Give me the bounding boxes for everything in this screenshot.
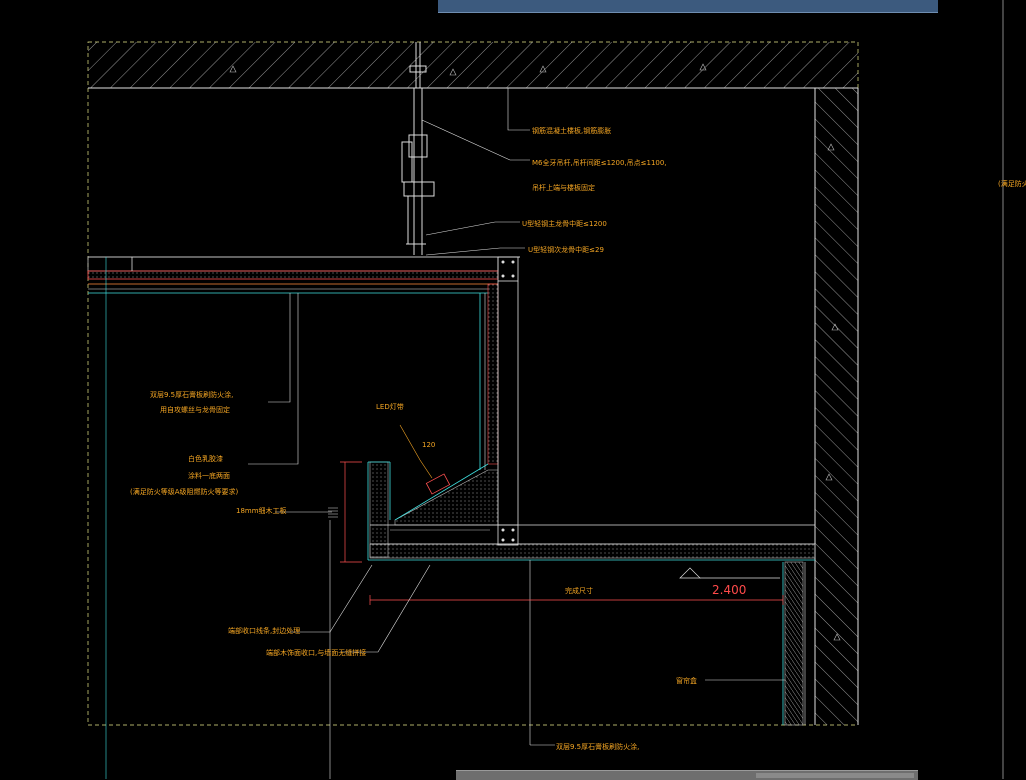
label-edge-2: 端部木饰面收口,与墙面无缝拼接 bbox=[266, 648, 366, 657]
led-cove bbox=[394, 424, 499, 526]
label-secondary-keel: U型轻钢次龙骨中距≤29 bbox=[528, 245, 604, 254]
right-wall bbox=[814, 88, 859, 725]
ceiling-board-top bbox=[87, 256, 520, 294]
label-gypsum-board: 双层9.5厚石膏板刷防火涂, bbox=[150, 390, 233, 399]
annotation-labels: 钢筋混凝土楼板,钢筋膨胀 M6全牙吊杆,吊杆间距≤1200,吊点≤1100, 吊… bbox=[130, 126, 1026, 751]
label-led-size: 120 bbox=[422, 441, 435, 449]
label-paint-2: 涂料一底两面 bbox=[188, 471, 230, 480]
guide-lines bbox=[105, 0, 1004, 779]
dashed-frame bbox=[87, 41, 859, 726]
label-led: LED灯带 bbox=[376, 402, 404, 411]
label-finish-size: 完成尺寸 bbox=[565, 586, 593, 595]
label-hanger-rod-2: 吊杆上端与楼板固定 bbox=[532, 183, 595, 192]
label-hanger-base: 钢筋混凝土楼板,钢筋膨胀 bbox=[532, 126, 611, 135]
label-bottom-note: 双层9.5厚石膏板刷防火涂, bbox=[556, 742, 639, 751]
label-elevation: 2.400 bbox=[712, 583, 746, 597]
label-curtain-box: 窗帘盒 bbox=[676, 676, 697, 685]
board-tick-marks bbox=[328, 507, 338, 518]
concrete-slab bbox=[88, 42, 858, 89]
label-edge-1: 端部收口线条,封边处理 bbox=[228, 626, 300, 635]
label-gypsum-board-2: 用自攻螺丝与龙骨固定 bbox=[160, 405, 230, 414]
label-right-note: (满足防火等 bbox=[998, 179, 1026, 188]
leader-lines bbox=[248, 88, 785, 746]
label-paint-1: 白色乳胶漆 bbox=[188, 454, 223, 463]
label-paint-3: (满足防火等级A级阻燃防火等要求) bbox=[130, 487, 239, 496]
label-main-keel: U型轻钢主龙骨中距≤1200 bbox=[522, 219, 607, 228]
cad-section-drawing: 钢筋混凝土楼板,钢筋膨胀 M6全牙吊杆,吊杆间距≤1200,吊点≤1100, 吊… bbox=[87, 0, 1026, 779]
label-wood-board: 18mm细木工板 bbox=[236, 506, 287, 515]
scrollbar-thumb[interactable] bbox=[756, 773, 914, 778]
curtain-box bbox=[782, 561, 806, 726]
label-hanger-rod: M6全牙吊杆,吊杆间距≤1200,吊点≤1100, bbox=[532, 158, 667, 167]
